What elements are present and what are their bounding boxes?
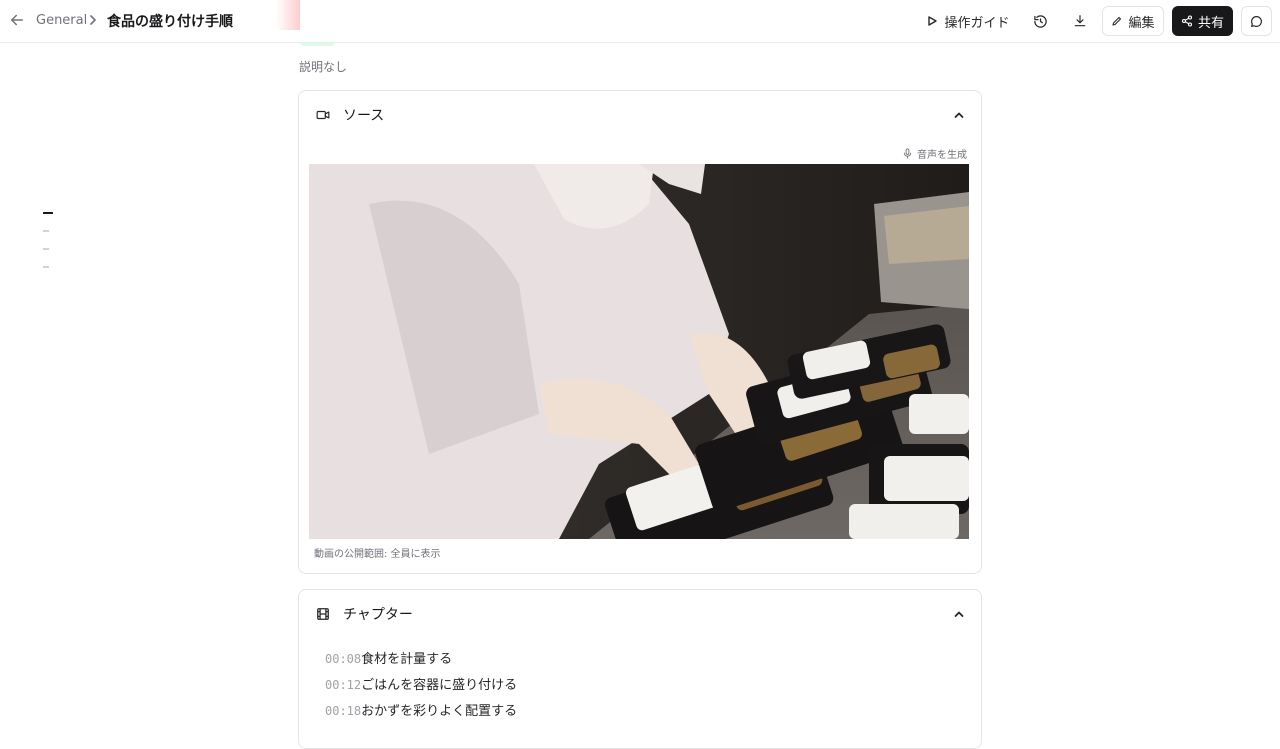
chevron-up-icon[interactable]	[953, 608, 965, 620]
guide-button[interactable]: 操作ガイド	[920, 6, 1016, 36]
chapter-item[interactable]: 00:12 ごはんを容器に盛り付ける	[325, 674, 517, 700]
comment-button[interactable]	[1241, 6, 1272, 36]
edit-button[interactable]: 編集	[1102, 6, 1164, 36]
download-icon	[1074, 15, 1086, 27]
description-text: 説明なし	[299, 60, 348, 74]
chapter-label: ごはんを容器に盛り付ける	[361, 678, 518, 693]
share-icon	[1181, 15, 1193, 27]
chapter-timestamp[interactable]: 00:12	[325, 678, 361, 692]
comment-icon	[1251, 15, 1262, 27]
source-card: ソース 音声を生成 動画の公開範囲: 全員に表示	[298, 90, 982, 574]
arrow-left-icon[interactable]	[8, 11, 26, 29]
chapter-item[interactable]: 00:08 食材を計量する	[325, 648, 517, 674]
share-button[interactable]: 共有	[1172, 6, 1233, 36]
toc-indicator	[43, 212, 55, 284]
chapter-list: 00:08 食材を計量する 00:12 ごはんを容器に盛り付ける 00:18 お…	[325, 648, 517, 726]
video-player[interactable]	[309, 164, 969, 539]
microphone-icon	[903, 148, 912, 159]
page-title: 食品の盛り付け手順	[107, 14, 233, 30]
video-frame-image	[309, 164, 969, 539]
generate-audio-label: 音声を生成	[917, 150, 967, 161]
chapter-item[interactable]: 00:18 おかずを彩りよく配置する	[325, 700, 517, 726]
toc-item[interactable]	[43, 212, 53, 214]
toc-item[interactable]	[43, 266, 49, 268]
generate-audio-button[interactable]: 音声を生成	[902, 146, 967, 161]
toc-item[interactable]	[43, 230, 49, 232]
decorative-accent	[276, 0, 300, 30]
download-button[interactable]	[1066, 6, 1094, 36]
top-bar: General 食品の盛り付け手順 操作ガイド 編集 共有	[0, 0, 1280, 43]
source-card-header[interactable]: ソース	[299, 91, 981, 139]
chapters-card: チャプター 00:08 食材を計量する 00:12 ごはんを容器に盛り付ける 0…	[298, 589, 982, 749]
chapter-timestamp[interactable]: 00:18	[325, 704, 361, 718]
edit-button-label: 編集	[1128, 15, 1155, 31]
video-camera-icon	[316, 110, 330, 120]
chapter-timestamp[interactable]: 00:08	[325, 652, 361, 666]
share-button-label: 共有	[1197, 15, 1224, 31]
breadcrumb-general[interactable]: General	[36, 13, 87, 28]
history-icon	[1033, 14, 1047, 28]
play-icon	[928, 16, 938, 26]
pencil-icon	[1112, 16, 1122, 26]
history-button[interactable]	[1026, 6, 1054, 36]
chapter-label: おかずを彩りよく配置する	[361, 704, 518, 719]
chevron-right-icon	[90, 15, 97, 25]
video-visibility-text: 動画の公開範囲: 全員に表示	[314, 549, 441, 560]
toc-item[interactable]	[43, 248, 49, 250]
chevron-up-icon[interactable]	[953, 109, 965, 121]
chapters-card-title: チャプター	[343, 607, 413, 623]
source-card-title: ソース	[343, 108, 385, 124]
guide-button-label: 操作ガイド	[944, 15, 1010, 31]
chapter-label: 食材を計量する	[361, 652, 453, 667]
film-icon	[317, 608, 329, 620]
chapters-card-header[interactable]: チャプター	[299, 590, 981, 638]
